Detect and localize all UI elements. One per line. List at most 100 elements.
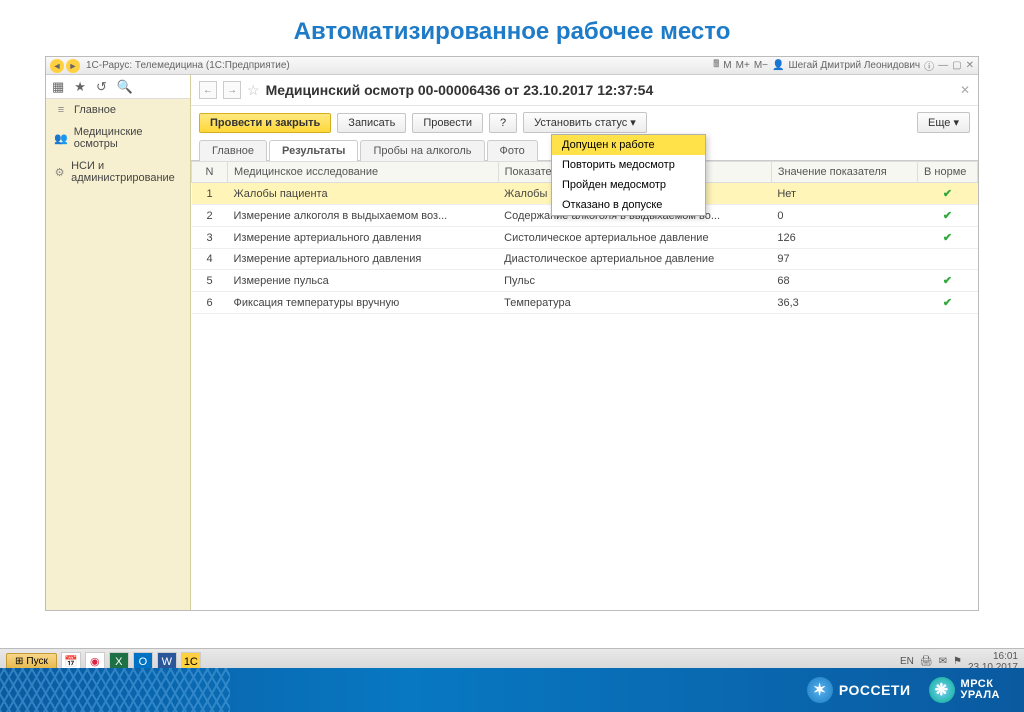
nav-fwd-icon[interactable]: ► — [66, 59, 80, 73]
sidebar-item-exams[interactable]: 👥 Медицинские осмотры — [46, 121, 190, 155]
calc-icon[interactable]: 🖩 — [713, 57, 719, 74]
cell-indicator: Пульс — [498, 270, 771, 292]
mplus-button[interactable]: M+ — [736, 60, 750, 71]
history-icon[interactable]: ↺ — [96, 79, 107, 95]
sidebar-tools: ▦ ★ ↺ 🔍 — [46, 75, 190, 99]
cell-n: 4 — [192, 249, 228, 270]
toolbar: Провести и закрыть Записать Провести ? У… — [191, 106, 978, 139]
tray-mail-icon[interactable]: ✉ — [939, 656, 947, 667]
help-button[interactable]: ? — [489, 113, 517, 133]
close-window-icon[interactable]: ✕ — [966, 60, 974, 71]
cell-indicator: Температура — [498, 292, 771, 314]
cell-research: Измерение пульса — [228, 270, 499, 292]
search-icon[interactable]: 🔍 — [117, 79, 133, 95]
list-icon: ≡ — [54, 104, 68, 116]
tab-results[interactable]: Результаты — [269, 140, 358, 161]
cell-n: 1 — [192, 183, 228, 205]
cell-norm: ✔ — [918, 270, 978, 292]
status-option-passed[interactable]: Пройден медосмотр — [552, 175, 705, 195]
sidebar-item-label: НСИ и администрирование — [71, 160, 182, 184]
status-option-repeat[interactable]: Повторить медосмотр — [552, 155, 705, 175]
back-button[interactable]: ← — [199, 81, 217, 99]
cell-n: 2 — [192, 205, 228, 227]
lang-indicator[interactable]: EN — [900, 656, 914, 667]
workspace: ▦ ★ ↺ 🔍 ≡ Главное 👥 Медицинские осмотры … — [46, 75, 978, 610]
sidebar: ▦ ★ ↺ 🔍 ≡ Главное 👥 Медицинские осмотры … — [46, 75, 191, 610]
tray-flag-icon[interactable]: ⚑ — [953, 656, 962, 667]
cell-value: 126 — [771, 227, 917, 249]
cell-value: 68 — [771, 270, 917, 292]
people-icon: 👥 — [54, 132, 68, 145]
main-panel: ← → ☆ Медицинский осмотр 00-00006436 от … — [191, 75, 978, 610]
table-row[interactable]: 5 Измерение пульса Пульс 68 ✔ — [192, 270, 978, 292]
more-button[interactable]: Еще ▾ — [917, 112, 970, 133]
cell-value: Нет — [771, 183, 917, 205]
cell-research: Фиксация температуры вручную — [228, 292, 499, 314]
cell-research: Жалобы пациента — [228, 183, 499, 205]
user-name: Шегай Дмитрий Леонидович — [788, 60, 920, 71]
cell-norm: ✔ — [918, 292, 978, 314]
table-row[interactable]: 4 Измерение артериального давления Диаст… — [192, 249, 978, 270]
apps-icon[interactable]: ▦ — [52, 79, 64, 95]
tray-print-icon[interactable]: 🖨 — [920, 656, 933, 667]
favorite-icon[interactable]: ☆ — [247, 82, 260, 99]
post-button[interactable]: Провести — [412, 113, 483, 133]
nav-back-icon[interactable]: ◄ — [50, 59, 64, 73]
cell-indicator: Диастолическое артериальное давление — [498, 249, 771, 270]
mrsk-icon: ❋ — [929, 677, 955, 703]
cell-norm: ✔ — [918, 227, 978, 249]
gear-icon: ⚙ — [54, 166, 65, 179]
cell-value: 36,3 — [771, 292, 917, 314]
cell-value: 0 — [771, 205, 917, 227]
status-option-allowed[interactable]: Допущен к работе — [552, 135, 705, 155]
status-option-denied[interactable]: Отказано в допуске — [552, 195, 705, 215]
cell-n: 5 — [192, 270, 228, 292]
user-icon: 👤 — [772, 60, 784, 71]
close-doc-icon[interactable]: ✕ — [960, 83, 970, 97]
cell-n: 3 — [192, 227, 228, 249]
sidebar-item-label: Медицинские осмотры — [74, 126, 182, 150]
tab-alcohol[interactable]: Пробы на алкоголь — [360, 140, 484, 161]
tab-main[interactable]: Главное — [199, 140, 267, 161]
cell-research: Измерение артериального давления — [228, 249, 499, 270]
cell-norm: ✔ — [918, 205, 978, 227]
cell-value: 97 — [771, 249, 917, 270]
set-status-button[interactable]: Установить статус ▾ — [523, 112, 647, 133]
rosseti-logo: ✶ РОССЕТИ — [807, 677, 911, 703]
col-research[interactable]: Медицинское исследование — [228, 162, 499, 183]
post-close-button[interactable]: Провести и закрыть — [199, 113, 331, 133]
sidebar-item-admin[interactable]: ⚙ НСИ и администрирование — [46, 155, 190, 189]
forward-button[interactable]: → — [223, 81, 241, 99]
doc-title: Медицинский осмотр 00-00006436 от 23.10.… — [266, 82, 654, 98]
sidebar-item-label: Главное — [74, 104, 116, 116]
app-title: 1С-Рарус: Телемедицина (1С:Предприятие) — [86, 60, 290, 71]
slide-title: Автоматизированное рабочее место — [0, 0, 1024, 56]
save-button[interactable]: Записать — [337, 113, 406, 133]
slide-footer: ✶ РОССЕТИ ❋ МРСКУРАЛА — [0, 668, 1024, 712]
status-dropdown: Допущен к работе Повторить медосмотр Про… — [551, 134, 706, 216]
cell-indicator: Систолическое артериальное давление — [498, 227, 771, 249]
maximize-icon[interactable]: ▢ — [952, 60, 961, 71]
mrsk-logo: ❋ МРСКУРАЛА — [929, 677, 1000, 703]
m-button[interactable]: M — [723, 60, 731, 71]
col-value[interactable]: Значение показателя — [771, 162, 917, 183]
sidebar-item-main[interactable]: ≡ Главное — [46, 99, 190, 121]
app-window: ◄ ► 1С-Рарус: Телемедицина (1С:Предприят… — [45, 56, 979, 611]
tab-photo[interactable]: Фото — [487, 140, 538, 161]
table-row[interactable]: 6 Фиксация температуры вручную Температу… — [192, 292, 978, 314]
cell-norm — [918, 249, 978, 270]
cell-n: 6 — [192, 292, 228, 314]
table-row[interactable]: 3 Измерение артериального давления Систо… — [192, 227, 978, 249]
cell-norm: ✔ — [918, 183, 978, 205]
windows-icon: ⊞ — [15, 656, 23, 667]
mminus-button[interactable]: M− — [754, 60, 768, 71]
titlebar-nav: ◄ ► — [50, 59, 80, 73]
col-n[interactable]: N — [192, 162, 228, 183]
star-icon[interactable]: ★ — [74, 79, 86, 95]
minimize-icon[interactable]: — — [938, 60, 948, 71]
titlebar: ◄ ► 1С-Рарус: Телемедицина (1С:Предприят… — [46, 57, 978, 75]
rosseti-icon: ✶ — [807, 677, 833, 703]
col-norm[interactable]: В норме — [918, 162, 978, 183]
info-icon[interactable]: ⓘ — [924, 58, 934, 73]
cell-research: Измерение алкоголя в выдыхаемом воз... — [228, 205, 499, 227]
